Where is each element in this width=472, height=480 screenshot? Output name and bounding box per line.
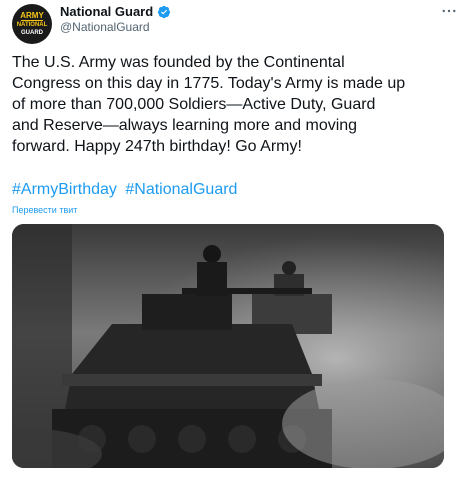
more-options-icon-glyph <box>442 9 456 13</box>
tweet-text: The U.S. Army was founded by the Contine… <box>12 54 406 155</box>
translate-tweet-link[interactable]: Перевести твит <box>12 205 77 215</box>
avatar[interactable]: ARMY NATIONAL GUARD <box>12 4 52 44</box>
hashtag-link[interactable]: #ArmyBirthday <box>12 181 117 198</box>
tank-photo <box>12 224 444 468</box>
tweet-media-image[interactable] <box>12 224 444 468</box>
more-options-icon[interactable] <box>440 2 458 25</box>
avatar-logo-text: GUARD <box>21 30 43 36</box>
account-name[interactable]: National Guard <box>60 4 153 19</box>
tweet-hashtags: #ArmyBirthday #NationalGuard <box>12 181 241 199</box>
avatar-divider <box>21 20 43 21</box>
verified-badge-icon <box>158 5 171 18</box>
account-handle[interactable]: @NationalGuard <box>60 20 150 34</box>
avatar-logo-text: NATIONAL <box>16 22 48 28</box>
hashtag-link[interactable]: #NationalGuard <box>125 181 237 198</box>
avatar-logo-text: ARMY <box>20 11 44 20</box>
account-name-row: National Guard <box>60 4 171 19</box>
tweet-card: ARMY NATIONAL GUARD National Guard @Nati… <box>0 0 472 480</box>
